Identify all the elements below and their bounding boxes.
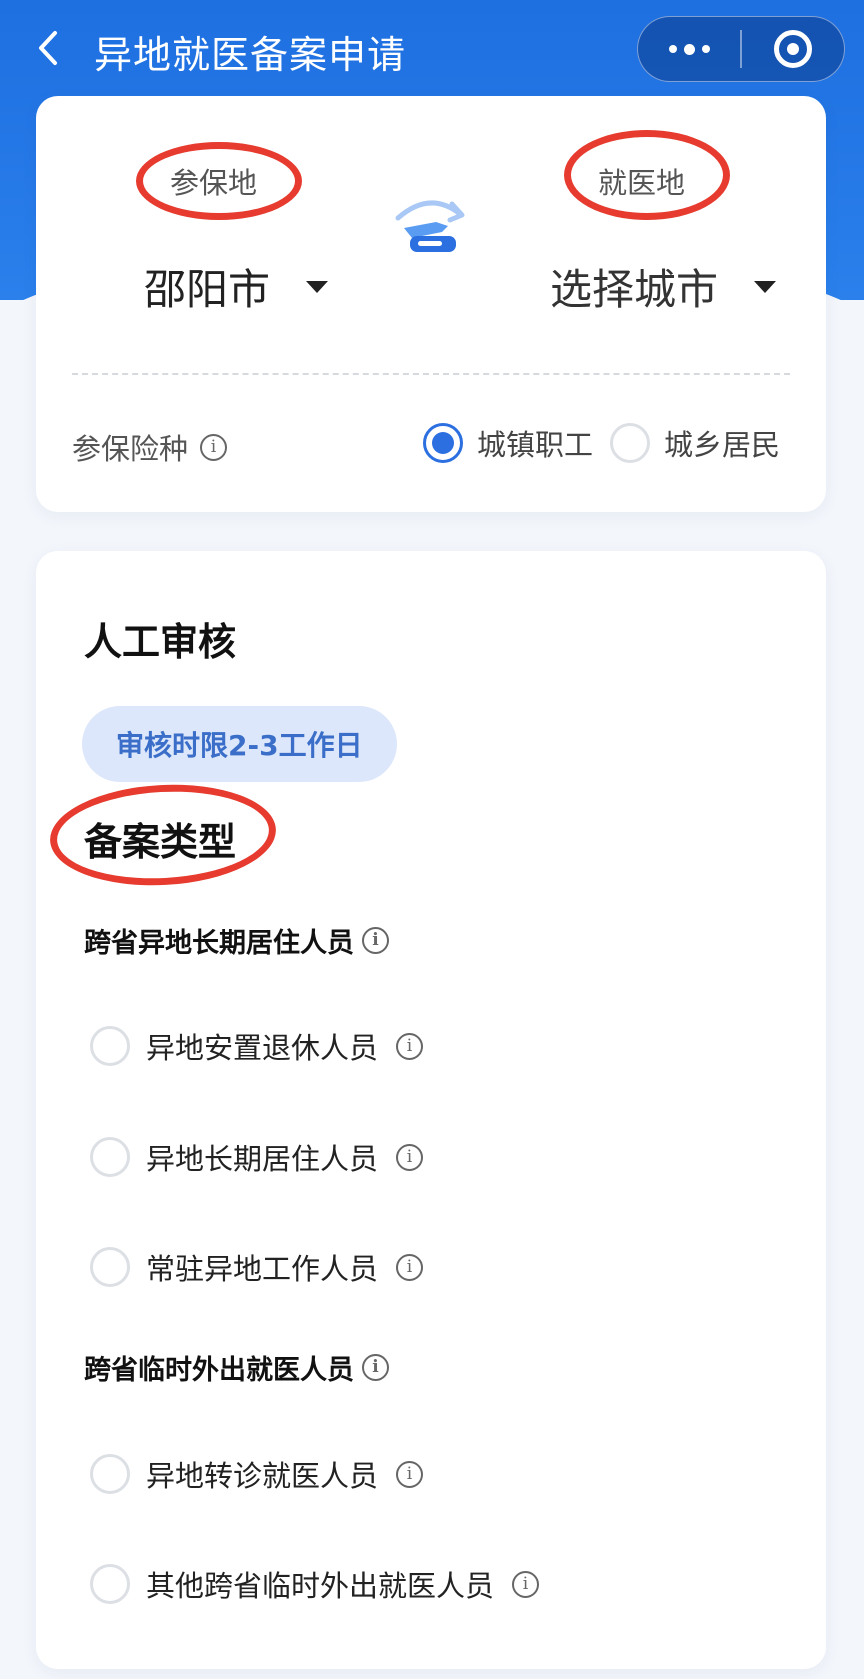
- info-circle-icon[interactable]: i: [396, 1253, 424, 1281]
- info-circle-icon[interactable]: i: [200, 433, 228, 461]
- radio-checked[interactable]: [423, 423, 463, 463]
- radio-unchecked[interactable]: [90, 1247, 130, 1287]
- radio-unchecked[interactable]: [90, 1137, 130, 1177]
- caret-down-icon: [306, 280, 329, 293]
- close-button[interactable]: [742, 17, 844, 81]
- swap-route-icon[interactable]: [390, 192, 472, 256]
- info-circle-icon[interactable]: i: [396, 1143, 424, 1171]
- insurance-type-label: 参保险种 i: [72, 426, 228, 468]
- option-label: 城镇职工: [477, 428, 594, 462]
- radio-unchecked[interactable]: [610, 423, 650, 463]
- option-resident-worker[interactable]: 常驻异地工作人员 i: [90, 1246, 424, 1288]
- group-long-term-residence: 跨省异地长期居住人员 i: [84, 921, 389, 960]
- info-circle-icon[interactable]: i: [362, 1354, 389, 1381]
- treatment-city-value: 选择城市: [550, 265, 719, 314]
- insured-place-label: 参保地: [170, 166, 258, 200]
- option-label: 其他跨省临时外出就医人员: [146, 1569, 495, 1603]
- filing-card: 人工审核 审核时限2-3工作日 备案类型 跨省异地长期居住人员 i 异地安置退休…: [36, 551, 826, 1669]
- option-label: 异地安置退休人员: [146, 1031, 379, 1065]
- option-label: 异地转诊就医人员: [146, 1459, 379, 1493]
- radio-unchecked[interactable]: [90, 1026, 130, 1066]
- option-long-term-resident[interactable]: 异地长期居住人员 i: [90, 1136, 424, 1178]
- group-label-text: 跨省临时外出就医人员: [84, 1355, 354, 1386]
- info-circle-icon[interactable]: i: [396, 1032, 424, 1060]
- insured-city-value: 邵阳市: [144, 265, 271, 314]
- chevron-left-icon: [39, 31, 57, 65]
- back-button[interactable]: [26, 26, 70, 70]
- info-circle-icon[interactable]: i: [362, 927, 389, 954]
- option-label: 常驻异地工作人员: [146, 1252, 379, 1286]
- radio-unchecked[interactable]: [90, 1564, 130, 1604]
- filing-type-title: 备案类型: [84, 820, 237, 864]
- insurance-type-text: 参保险种: [72, 432, 189, 466]
- mini-program-capsule: [637, 16, 845, 82]
- more-dots-icon: [668, 43, 710, 55]
- caret-down-icon: [754, 280, 777, 293]
- group-temporary-treatment: 跨省临时外出就医人员 i: [84, 1348, 389, 1387]
- page-title: 异地就医备案申请: [94, 33, 407, 77]
- option-referral-patient[interactable]: 异地转诊就医人员 i: [90, 1453, 424, 1495]
- option-relocated-retiree[interactable]: 异地安置退休人员 i: [90, 1025, 424, 1067]
- treatment-place-label: 就医地: [598, 166, 686, 200]
- dashed-divider: [72, 373, 790, 375]
- app-page: 异地就医备案申请 参保地 就医地 邵阳市 选择城市 参保险种 i 城镇职工 城乡…: [0, 0, 864, 1679]
- insurance-option-urban-employee[interactable]: 城镇职工: [423, 422, 593, 464]
- group-label-text: 跨省异地长期居住人员: [84, 928, 354, 959]
- insurance-option-urban-rural-resident[interactable]: 城乡居民: [610, 422, 780, 464]
- option-other-temporary[interactable]: 其他跨省临时外出就医人员 i: [90, 1563, 540, 1605]
- target-circle-icon: [773, 30, 812, 68]
- treatment-city-selector[interactable]: 选择城市: [550, 256, 777, 317]
- review-time-badge: 审核时限2-3工作日: [82, 706, 397, 782]
- radio-unchecked[interactable]: [90, 1454, 130, 1494]
- nav-bar: 异地就医备案申请: [0, 0, 864, 100]
- info-circle-icon[interactable]: i: [512, 1570, 540, 1598]
- review-title: 人工审核: [84, 620, 237, 664]
- insured-city-selector[interactable]: 邵阳市: [144, 256, 329, 317]
- option-label: 城乡居民: [664, 428, 781, 462]
- info-circle-icon[interactable]: i: [396, 1460, 424, 1488]
- more-button[interactable]: [638, 17, 740, 81]
- option-label: 异地长期居住人员: [146, 1142, 379, 1176]
- location-card: 参保地 就医地 邵阳市 选择城市 参保险种 i 城镇职工 城乡居民: [36, 96, 826, 512]
